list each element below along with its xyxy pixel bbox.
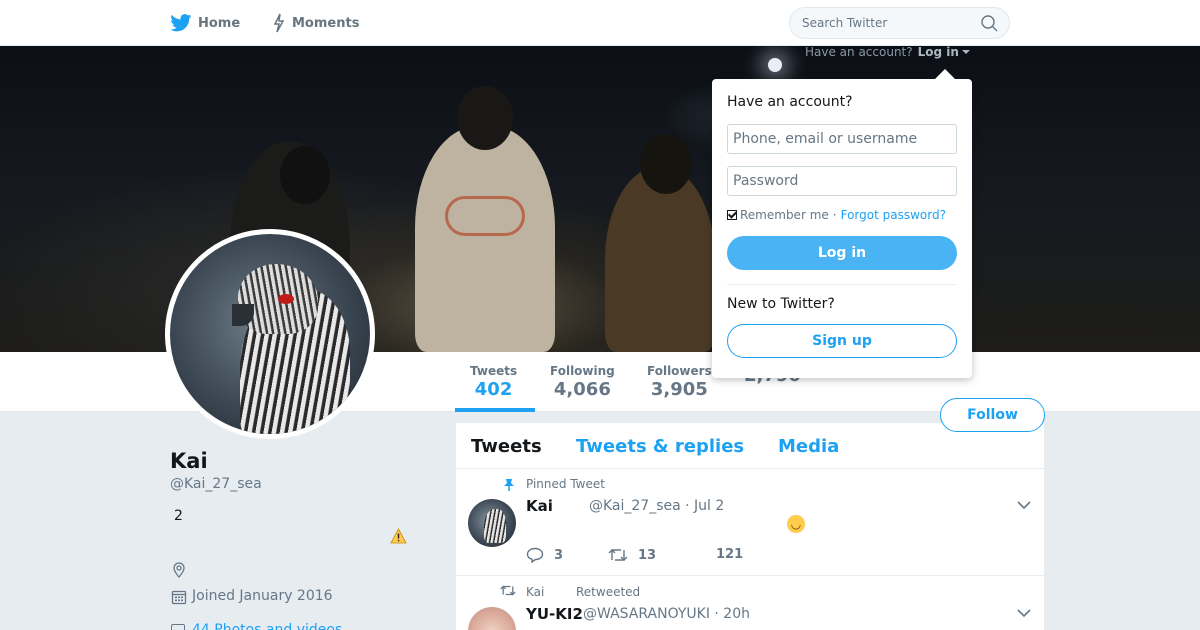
login-dropdown: Have an account? Remember me · Forgot pa… — [712, 79, 972, 378]
profile-bio: 2 — [174, 508, 183, 524]
pin-icon — [504, 479, 514, 491]
pinned-label: Pinned Tweet — [526, 477, 605, 491]
lightning-icon — [273, 13, 285, 33]
forgot-password-link[interactable]: Forgot password? — [841, 208, 946, 222]
login-button[interactable]: Log in — [727, 236, 957, 270]
nav-home-label: Home — [198, 15, 241, 31]
location-icon — [173, 562, 185, 578]
divider — [727, 284, 957, 285]
twitter-bird-icon — [170, 14, 192, 32]
stat-value: 402 — [474, 379, 513, 400]
reply-count: 3 — [554, 547, 564, 563]
new-to-twitter-label: New to Twitter? — [727, 296, 835, 312]
separator-dot: · — [832, 208, 837, 222]
banner-head — [280, 146, 330, 204]
tweet-context: Pinned Tweet — [504, 477, 605, 491]
stat-value: 4,066 — [553, 379, 611, 400]
stat-label: Following — [550, 364, 615, 378]
tab-tweets-replies[interactable]: Tweets & replies — [576, 436, 744, 457]
nav-moments-label: Moments — [292, 15, 360, 31]
nav-home[interactable]: Home — [170, 12, 240, 34]
joined-date: Joined January 2016 — [192, 588, 333, 604]
username-field[interactable] — [727, 124, 957, 154]
retweeter-name[interactable]: Kai — [526, 585, 544, 599]
tweet[interactable]: Pinned Tweet Kai @Kai_27_sea · Jul 2 ◡ 3… — [456, 469, 1044, 576]
tweet-avatar[interactable] — [468, 607, 516, 630]
remember-checkbox[interactable] — [727, 210, 737, 220]
timeline: Tweets Tweets & replies Media Pinned Twe… — [456, 423, 1044, 630]
dropdown-arrow — [935, 69, 955, 79]
login-dropdown-toggle[interactable]: Log in — [918, 45, 959, 59]
tweet-author-name[interactable]: Kai — [526, 497, 553, 515]
retweeted-label: Retweeted — [576, 585, 641, 599]
account-prompt-text: Have an account? — [805, 45, 913, 59]
retweet-count: 13 — [638, 547, 657, 563]
reply-button[interactable]: 3 — [526, 547, 563, 563]
photos-link[interactable]: 44 Photos and videos — [171, 622, 342, 630]
banner-head — [457, 86, 513, 150]
profile-name[interactable]: Kai — [170, 449, 208, 473]
stat-label: Tweets — [470, 364, 518, 378]
tab-tweets[interactable]: Tweets — [471, 436, 542, 457]
like-button[interactable]: 121 — [716, 547, 743, 562]
avatar-hawk-eye — [278, 294, 294, 304]
retweet-icon — [500, 585, 516, 596]
photo-icon — [171, 624, 185, 630]
photos-label: 44 Photos and videos — [192, 622, 343, 630]
caret-down-icon[interactable] — [961, 50, 970, 54]
stat-following[interactable]: Following 4,066 — [550, 364, 615, 400]
remember-label[interactable]: Remember me — [740, 208, 829, 222]
chevron-down-icon[interactable] — [1017, 501, 1031, 510]
grinning-emoji-icon: ◡ — [787, 515, 805, 533]
tweet-avatar[interactable] — [468, 499, 516, 547]
search-box — [789, 7, 1010, 39]
like-count: 121 — [716, 547, 744, 562]
profile-handle[interactable]: @Kai_27_sea — [170, 476, 262, 492]
banner-person — [605, 166, 715, 352]
nav-moments[interactable]: Moments — [272, 12, 359, 34]
tweet-author-name[interactable]: YU-KI2 — [526, 605, 583, 623]
stat-value: 3,905 — [650, 379, 708, 400]
remember-row: Remember me · Forgot password? — [727, 208, 946, 222]
stat-tweets[interactable]: Tweets 402 — [470, 364, 517, 400]
signup-button[interactable]: Sign up — [727, 324, 957, 358]
calendar-icon — [171, 590, 187, 605]
search-input[interactable] — [802, 16, 972, 30]
search-icon[interactable] — [981, 15, 998, 32]
tweet-handle-date[interactable]: @WASARANOYUKI · 20h — [583, 606, 750, 622]
retweet-button[interactable]: 13 — [608, 547, 656, 563]
tweet-handle-date[interactable]: @Kai_27_sea · Jul 2 — [589, 498, 724, 514]
tweet[interactable]: Kai Retweeted YU-KI2 @WASARANOYUKI · 20h — [456, 577, 1044, 630]
profile-avatar[interactable] — [165, 229, 375, 439]
shirt-print — [445, 196, 525, 236]
chevron-down-icon[interactable] — [1017, 609, 1031, 618]
active-tab-indicator — [455, 408, 535, 412]
password-field[interactable] — [727, 166, 957, 196]
follow-button[interactable]: Follow — [940, 398, 1045, 432]
stat-label: Followers — [647, 364, 712, 378]
warning-icon — [390, 528, 407, 544]
retweet-icon — [608, 549, 628, 561]
top-nav: Home Moments — [0, 0, 1200, 46]
reply-icon — [526, 547, 544, 563]
banner-person — [415, 86, 555, 352]
account-prompt: Have an account? Log in — [805, 45, 970, 59]
avatar-hawk-body — [484, 509, 506, 543]
tab-media[interactable]: Media — [778, 436, 839, 457]
stat-followers[interactable]: Followers 3,905 — [647, 364, 712, 400]
banner-moon — [768, 58, 782, 72]
login-dropdown-title: Have an account? — [727, 94, 853, 110]
banner-head — [640, 134, 692, 194]
